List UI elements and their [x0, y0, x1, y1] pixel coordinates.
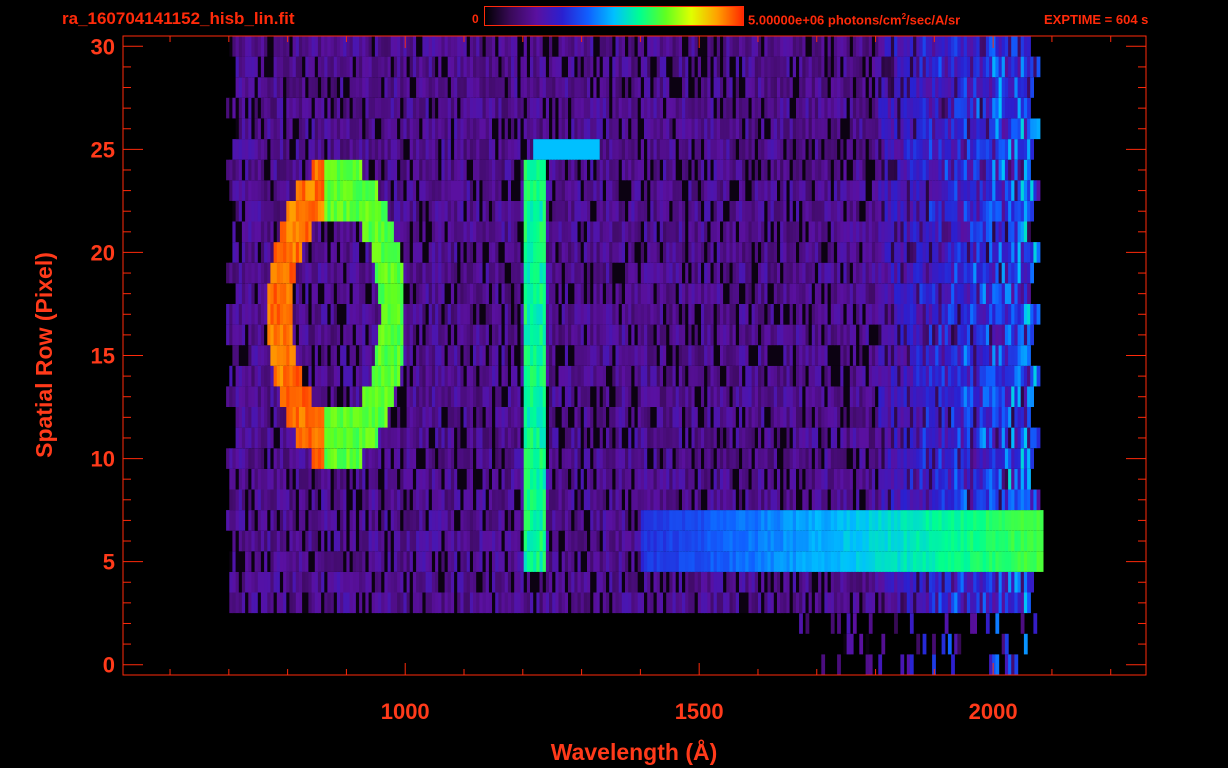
heatmap-cell	[1027, 345, 1031, 366]
heatmap-cell	[1033, 613, 1038, 634]
heatmap-cell	[1036, 242, 1041, 263]
heatmap-cell	[852, 613, 857, 634]
heatmap-cell	[944, 613, 949, 634]
heatmap-cell	[1027, 283, 1031, 304]
heatmap-cell	[868, 654, 873, 675]
heatmap-cell	[973, 613, 977, 634]
heatmap-cell	[909, 654, 914, 675]
heatmap-cell	[1027, 468, 1031, 490]
heatmap-cell	[837, 654, 841, 675]
heatmap-cell	[947, 633, 952, 655]
heatmap-cell	[837, 613, 841, 634]
heatmap-cell	[951, 654, 955, 675]
heatmap-cell	[1039, 530, 1044, 552]
heatmap-cell	[849, 633, 854, 655]
heatmap-cell	[830, 613, 835, 634]
heatmap-cell	[1030, 448, 1034, 469]
heatmap-cell	[846, 613, 851, 634]
heatmap-cell	[799, 613, 803, 634]
heatmap-cell	[909, 613, 914, 634]
heatmap-cell	[1039, 510, 1044, 531]
heatmap-cell	[865, 633, 870, 655]
heatmap-cell	[1039, 551, 1044, 572]
heatmap-cell	[1036, 427, 1041, 449]
heatmap-cell	[1027, 407, 1031, 428]
heatmap-cell	[1030, 571, 1034, 593]
heatmap-cell	[957, 633, 962, 655]
heatmap-cell	[1027, 221, 1031, 243]
heatmap-cell	[932, 633, 936, 655]
heatmap-cell	[995, 654, 1000, 675]
heatmap-cell	[805, 613, 810, 634]
spectral-image-plot: 1000 1500 2000051015202530 Wavelength (Å) …	[31, 34, 1147, 765]
heatmap-cell	[1030, 324, 1034, 346]
heatmap-cell	[1036, 365, 1041, 387]
heatmap-cell	[985, 613, 990, 634]
heatmap-cell	[922, 633, 927, 655]
heatmap-cell	[881, 633, 886, 655]
heatmap-cell	[894, 613, 898, 634]
heatmap-cell	[1027, 592, 1031, 614]
heatmap-cell	[878, 654, 883, 675]
heatmap-cell	[868, 613, 873, 634]
heatmap-cells	[226, 36, 1044, 675]
heatmap-cell	[900, 654, 905, 675]
heatmap-cell	[916, 633, 921, 655]
heatmap-cell	[1020, 613, 1025, 634]
heatmap-cell	[941, 633, 946, 655]
heatmap-cell	[1004, 633, 1009, 655]
heatmap-cell	[821, 654, 826, 675]
heatmap-cell	[1036, 304, 1041, 325]
heatmap-cell	[1030, 386, 1034, 407]
heatmap-cell	[859, 633, 864, 655]
heatmap-cell	[1023, 633, 1028, 655]
heatmap-cell	[1014, 654, 1019, 675]
heatmap-cell	[1030, 262, 1034, 284]
heatmap-cell	[995, 613, 1000, 634]
heatmap-cell	[1036, 489, 1041, 511]
